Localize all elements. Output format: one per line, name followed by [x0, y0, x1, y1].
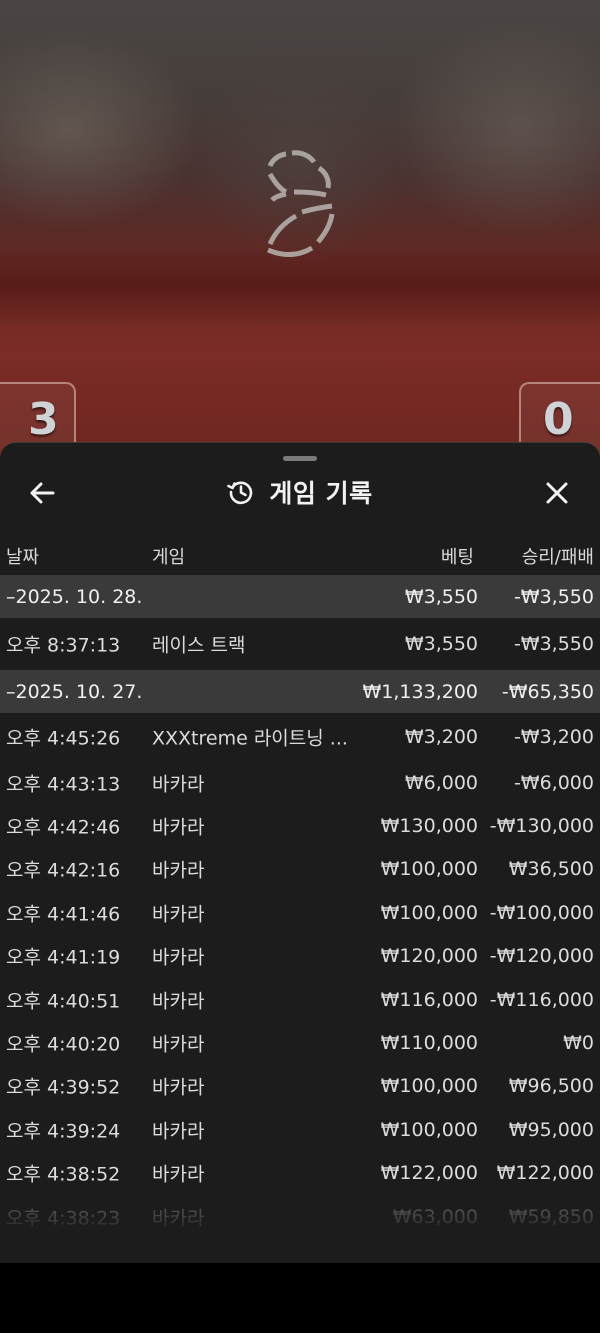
row-result: ₩59,850	[508, 1205, 594, 1228]
row-bet: ₩110,000	[380, 1032, 478, 1055]
history-row[interactable]: 오후 4:38:52 바카라 ₩122,000 ₩122,000	[0, 1152, 600, 1195]
row-result: -₩120,000	[489, 945, 594, 968]
game-history-sheet: 게임 기록 날짜 게임 베팅 승리/패배 –2025. 10. 28. ₩3,5…	[0, 442, 600, 1263]
group-bet-total: ₩3,550	[404, 585, 478, 608]
row-time: 오후 4:42:16	[6, 859, 121, 882]
row-bet: ₩116,000	[380, 988, 478, 1011]
history-row[interactable]: 오후 4:41:46 바카라 ₩100,000 -₩100,000	[0, 891, 600, 934]
row-time: 오후 4:41:19	[6, 946, 121, 969]
table-header: 날짜 게임 베팅 승리/패배	[0, 539, 600, 573]
page-title: 게임 기록	[269, 479, 373, 508]
row-time: 오후 4:43:13	[6, 773, 121, 796]
column-header-result: 승리/패배	[521, 547, 594, 568]
row-bet: ₩122,000	[380, 1162, 478, 1185]
row-time: 오후 4:40:20	[6, 1033, 121, 1056]
row-time: 오후 4:38:23	[6, 1207, 121, 1230]
row-bet: ₩3,200	[404, 726, 478, 748]
history-row[interactable]: 오후 4:41:19 바카라 ₩120,000 -₩120,000	[0, 935, 600, 978]
row-time: 오후 4:39:24	[6, 1120, 121, 1143]
row-bet: ₩6,000	[404, 771, 478, 794]
back-button[interactable]	[22, 473, 62, 513]
drag-handle[interactable]	[283, 456, 317, 461]
arrow-left-icon	[30, 482, 55, 504]
column-header-game: 게임	[152, 547, 186, 568]
row-bet: ₩100,000	[380, 1118, 478, 1141]
history-row[interactable]: 오후 4:40:51 바카라 ₩116,000 -₩116,000	[0, 978, 600, 1021]
row-result: -₩116,000	[489, 988, 594, 1011]
bottom-black-bar	[0, 1263, 600, 1333]
row-game: 바카라	[152, 1076, 205, 1099]
sheet-header: 게임 기록	[0, 469, 600, 515]
row-time: 오후 8:37:13	[6, 634, 121, 657]
group-result-total: -₩65,350	[501, 680, 594, 703]
row-time: 오후 4:38:52	[6, 1163, 121, 1186]
history-row[interactable]: 오후 4:38:23 바카라 ₩63,000 ₩59,850	[0, 1195, 600, 1238]
history-row[interactable]: 오후 4:43:13 바카라 ₩6,000 -₩6,000	[0, 761, 600, 804]
row-result: ₩122,000	[496, 1162, 594, 1185]
history-row[interactable]: 오후 4:39:24 바카라 ₩100,000 ₩95,000	[0, 1108, 600, 1151]
loading-logo-icon	[267, 150, 335, 257]
row-time: 오후 4:40:51	[6, 990, 121, 1013]
row-result: ₩0	[563, 1032, 594, 1055]
column-header-date: 날짜	[6, 547, 40, 568]
row-time: 오후 4:45:26	[6, 727, 121, 750]
history-row[interactable]: 오후 4:40:20 바카라 ₩110,000 ₩0	[0, 1021, 600, 1064]
history-row[interactable]: 오후 8:37:13 레이스 트랙 ₩3,550 -₩3,550	[0, 618, 600, 670]
row-game: 바카라	[152, 1033, 205, 1056]
column-header-bet: 베팅	[440, 547, 474, 568]
row-game: 바카라	[152, 1207, 205, 1230]
row-result: -₩100,000	[489, 901, 594, 924]
row-game: 바카라	[152, 990, 205, 1013]
row-result: -₩3,200	[513, 726, 594, 748]
row-game: 바카라	[152, 946, 205, 969]
row-game: 바카라	[152, 1163, 205, 1186]
game-background: 3 0	[0, 0, 600, 470]
group-bet-total: ₩1,133,200	[362, 680, 478, 703]
history-row[interactable]: 오후 4:39:52 바카라 ₩100,000 ₩96,500	[0, 1065, 600, 1108]
row-bet: ₩63,000	[392, 1205, 478, 1228]
history-icon	[227, 481, 253, 505]
group-date: –2025. 10. 28.	[6, 585, 143, 608]
history-list: –2025. 10. 28. ₩3,550 -₩3,550 오후 8:37:13…	[0, 575, 600, 1238]
row-result: ₩96,500	[508, 1075, 594, 1098]
history-row[interactable]: 오후 4:45:26 XXXtreme 라이트닝 ... ₩3,200 -₩3,…	[0, 713, 600, 761]
row-time: 오후 4:39:52	[6, 1076, 121, 1099]
group-result-total: -₩3,550	[513, 585, 594, 608]
row-result: -₩130,000	[489, 815, 594, 838]
row-bet: ₩130,000	[380, 815, 478, 838]
row-result: ₩36,500	[508, 858, 594, 881]
row-game: XXXtreme 라이트닝 ...	[152, 727, 348, 750]
row-result: ₩95,000	[508, 1118, 594, 1141]
player-score: 3	[28, 394, 59, 445]
history-row[interactable]: 오후 4:42:46 바카라 ₩130,000 -₩130,000	[0, 804, 600, 847]
row-result: -₩3,550	[513, 633, 594, 655]
row-game: 바카라	[152, 773, 205, 796]
row-game: 바카라	[152, 816, 205, 839]
row-result: -₩6,000	[513, 771, 594, 794]
row-time: 오후 4:42:46	[6, 816, 121, 839]
row-game: 레이스 트랙	[152, 634, 246, 657]
row-bet: ₩100,000	[380, 1075, 478, 1098]
row-game: 바카라	[152, 1120, 205, 1143]
row-bet: ₩120,000	[380, 945, 478, 968]
date-group-row[interactable]: –2025. 10. 27. ₩1,133,200 -₩65,350	[0, 670, 600, 713]
history-row[interactable]: 오후 4:42:16 바카라 ₩100,000 ₩36,500	[0, 848, 600, 891]
group-date: –2025. 10. 27.	[6, 680, 143, 703]
close-icon	[546, 482, 568, 504]
banker-score: 0	[543, 394, 574, 445]
row-time: 오후 4:41:46	[6, 903, 121, 926]
row-bet: ₩3,550	[404, 633, 478, 655]
date-group-row[interactable]: –2025. 10. 28. ₩3,550 -₩3,550	[0, 575, 600, 618]
close-button[interactable]	[536, 473, 578, 513]
row-game: 바카라	[152, 859, 205, 882]
row-bet: ₩100,000	[380, 901, 478, 924]
row-game: 바카라	[152, 903, 205, 926]
row-bet: ₩100,000	[380, 858, 478, 881]
